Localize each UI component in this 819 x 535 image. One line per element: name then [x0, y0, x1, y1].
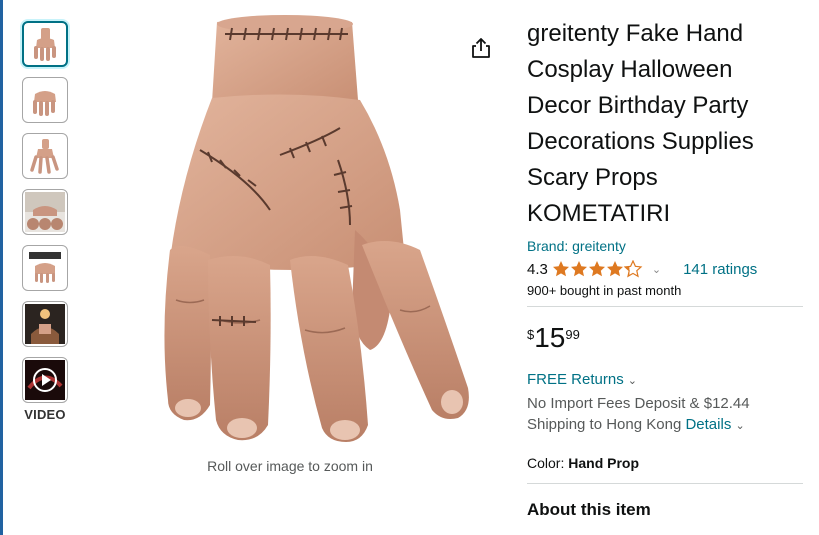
free-returns-label: FREE Returns [527, 371, 624, 388]
color-value: Hand Prop [568, 455, 640, 471]
video-label: VIDEO [24, 407, 66, 422]
divider [527, 483, 803, 484]
left-edge-bar [0, 0, 3, 535]
rating-row: 4.3 ⌄ 141 ratings [527, 258, 803, 280]
divider [527, 306, 803, 307]
thumbnail-1[interactable] [22, 21, 68, 67]
share-button[interactable] [469, 36, 493, 60]
price: $ 15 99 [527, 323, 803, 353]
thumbnail-2[interactable] [22, 77, 68, 123]
price-symbol: $ [527, 327, 535, 342]
details-label: Details [685, 416, 732, 433]
hand-thumbnail-icon [25, 136, 65, 176]
thumbnail-4[interactable] [22, 189, 68, 235]
thumbnail-video[interactable] [22, 357, 68, 403]
thumbnail-6[interactable] [22, 301, 68, 347]
share-icon [472, 38, 490, 58]
shipping-line: Shipping to Hong Kong Details ⌄ [527, 414, 803, 437]
about-heading: About this item [527, 500, 651, 519]
thumbnail-3[interactable] [22, 133, 68, 179]
hand-thumbnail-icon [25, 80, 65, 120]
fake-hand-image [164, 15, 469, 442]
hand-thumbnail-icon [25, 192, 65, 232]
free-returns-link[interactable]: FREE Returns ⌄ [527, 371, 803, 388]
price-whole: 15 [534, 322, 566, 353]
hand-thumbnail-icon [25, 248, 65, 288]
color-row: Color: Hand Prop [527, 455, 803, 471]
main-product-image[interactable] [100, 10, 480, 450]
color-label: Color: [527, 455, 565, 471]
product-info: greitenty Fake Hand Cosplay Halloween De… [527, 16, 803, 520]
brand-link[interactable]: Brand: greitenty [527, 238, 803, 254]
stars-icon [552, 260, 642, 277]
chevron-down-icon: ⌄ [735, 420, 745, 432]
import-fees: No Import Fees Deposit & $12.44 [527, 395, 750, 412]
thumbnail-5[interactable] [22, 245, 68, 291]
details-link[interactable]: Details ⌄ [685, 416, 744, 433]
hand-thumbnail-icon [25, 24, 65, 64]
chevron-down-icon: ⌄ [627, 375, 637, 387]
chevron-down-icon[interactable]: ⌄ [652, 263, 661, 276]
bought-count: 900+ bought in past month [527, 283, 682, 298]
price-fraction: 99 [565, 327, 580, 342]
thumbnail-strip: VIDEO [22, 21, 70, 422]
video-thumbnail-icon [25, 360, 65, 400]
shipping-text: Shipping to Hong Kong [527, 416, 682, 433]
product-title: greitenty Fake Hand Cosplay Halloween De… [527, 20, 754, 227]
zoom-hint: Roll over image to zoom in [207, 458, 373, 474]
rating-value: 4.3 [527, 260, 548, 278]
star-rating[interactable]: ⌄ [552, 260, 661, 278]
ratings-count-link[interactable]: 141 ratings [683, 261, 757, 278]
hand-thumbnail-icon [25, 304, 65, 344]
